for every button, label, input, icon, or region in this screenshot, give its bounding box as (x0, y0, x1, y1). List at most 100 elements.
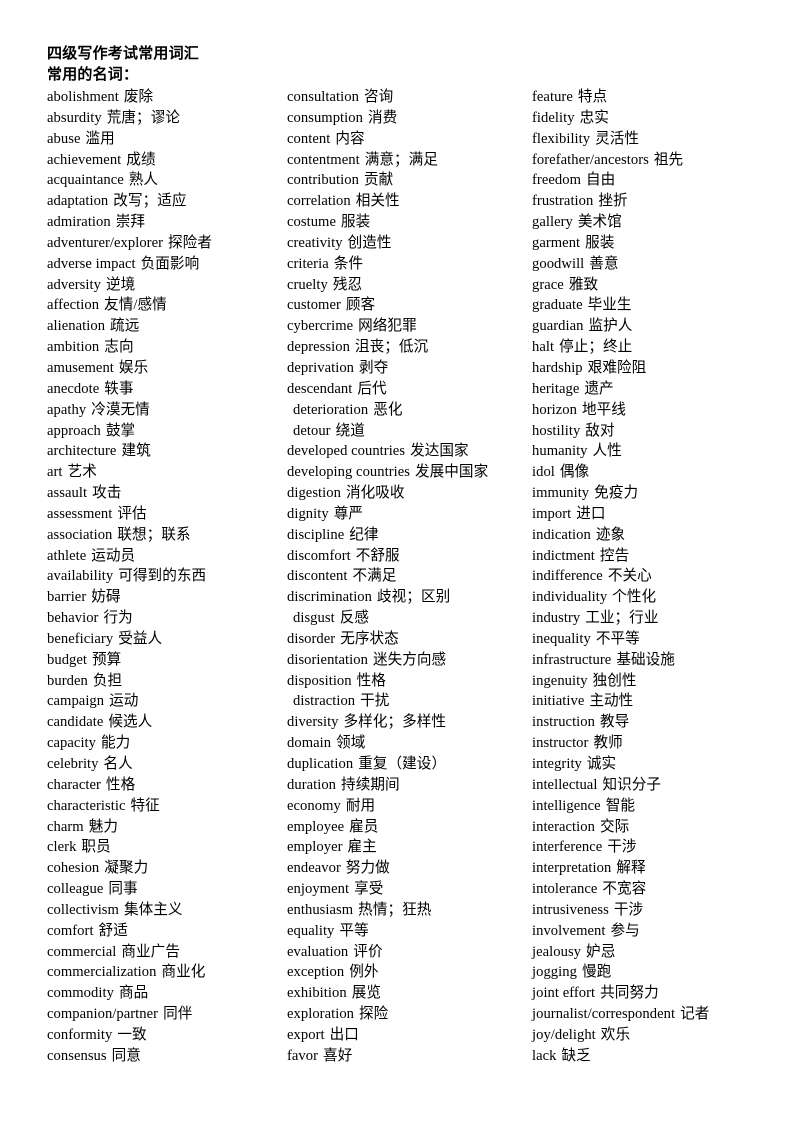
vocabulary-entry: budget 预算 (47, 650, 287, 671)
vocabulary-term: costume (287, 214, 336, 231)
vocabulary-term: athlete (47, 547, 87, 564)
vocabulary-gloss: 雅致 (568, 276, 599, 293)
vocabulary-gloss: 教导 (599, 714, 630, 731)
vocabulary-gloss: 服装 (585, 234, 615, 251)
vocabulary-gloss: 善意 (589, 255, 619, 272)
vocabulary-term: interference (532, 839, 603, 856)
vocabulary-entry: diversity 多样化；多样性 (287, 712, 532, 733)
vocabulary-entry: content 内容 (287, 129, 532, 150)
vocabulary-gloss: 不舒服 (355, 547, 400, 564)
vocabulary-term: jogging (532, 964, 577, 981)
vocabulary-gloss: 预算 (92, 651, 122, 668)
vocabulary-entry: humanity 人性 (532, 441, 753, 462)
vocabulary-term: instructor (532, 735, 589, 752)
vocabulary-entry: employer 雇主 (287, 837, 532, 858)
vocabulary-entry: creativity 创造性 (287, 233, 532, 254)
vocabulary-gloss: 祖先 (653, 151, 684, 168)
vocabulary-term: alienation (47, 318, 106, 335)
vocabulary-gloss: 记者 (680, 1006, 710, 1023)
vocabulary-gloss: 雇主 (347, 839, 377, 856)
vocabulary-gloss: 教师 (593, 735, 623, 752)
vocabulary-entry: depression 沮丧；低沉 (287, 337, 532, 358)
vocabulary-gloss: 内容 (335, 130, 365, 147)
vocabulary-entry: graduate 毕业生 (532, 295, 753, 316)
vocabulary-term: discrimination (287, 589, 373, 606)
vocabulary-entry: commercial 商业广告 (47, 942, 287, 963)
vocabulary-gloss: 进口 (576, 505, 606, 522)
vocabulary-entry: disposition 性格 (287, 671, 532, 692)
vocabulary-entry: jogging 慢跑 (532, 962, 753, 983)
vocabulary-entry: employee 雇员 (287, 817, 532, 838)
vocabulary-entry: developing countries 发展中国家 (287, 462, 532, 483)
vocabulary-gloss: 挫折 (598, 193, 628, 210)
vocabulary-entry: immunity 免疫力 (532, 483, 753, 504)
vocabulary-entry: adverse impact 负面影响 (47, 254, 287, 275)
vocabulary-gloss: 耐用 (345, 797, 376, 814)
vocabulary-term: joint effort (532, 985, 596, 1002)
vocabulary-gloss: 持续期间 (341, 776, 400, 793)
vocabulary-entry: commercialization 商业化 (47, 962, 287, 983)
vocabulary-gloss: 歧视；区别 (377, 589, 451, 606)
vocabulary-term: journalist/correspondent (532, 1006, 676, 1023)
vocabulary-entry: adaptation 改写；适应 (47, 191, 287, 212)
vocabulary-entry: companion/partner 同伴 (47, 1004, 287, 1025)
vocabulary-term: feature (532, 89, 573, 105)
vocabulary-gloss: 控告 (599, 547, 630, 564)
vocabulary-entry: halt 停止；终止 (532, 337, 753, 358)
vocabulary-term: beneficiary (47, 630, 114, 647)
vocabulary-term: employer (287, 839, 343, 856)
vocabulary-gloss: 遗产 (584, 380, 614, 397)
vocabulary-entry: interpretation 解释 (532, 858, 753, 879)
vocabulary-gloss: 运动员 (91, 547, 136, 564)
vocabulary-term: infrastructure (532, 651, 612, 668)
vocabulary-entry: garment 服装 (532, 233, 753, 254)
vocabulary-entry: assessment 评估 (47, 504, 287, 525)
vocabulary-entry: ambition 志向 (47, 337, 287, 358)
vocabulary-term: evaluation (287, 943, 349, 960)
vocabulary-entry: idol 偶像 (532, 462, 753, 483)
vocabulary-term: integrity (532, 756, 582, 772)
vocabulary-term: guardian (532, 318, 584, 335)
vocabulary-term: conformity (47, 1026, 113, 1043)
vocabulary-gloss: 热情；狂热 (358, 901, 432, 918)
vocabulary-term: characteristic (47, 797, 126, 814)
vocabulary-entry: interference 干涉 (532, 837, 753, 858)
vocabulary-term: indifference (532, 568, 603, 585)
vocabulary-gloss: 展览 (351, 985, 381, 1002)
vocabulary-gloss: 贡献 (363, 172, 394, 189)
vocabulary-term: abuse (47, 130, 81, 147)
vocabulary-entry: discrimination 歧视；区别 (287, 587, 532, 608)
vocabulary-term: individuality (532, 589, 608, 606)
vocabulary-gloss: 魅力 (88, 818, 119, 835)
vocabulary-gloss: 交际 (599, 818, 630, 835)
vocabulary-entry: barrier 妨碍 (47, 587, 287, 608)
vocabulary-entry: digestion 消化吸收 (287, 483, 532, 504)
vocabulary-gloss: 主动性 (589, 693, 634, 710)
vocabulary-entry: distraction 干扰 (287, 691, 532, 712)
vocabulary-gloss: 独创性 (592, 672, 637, 689)
vocabulary-term: admiration (47, 214, 111, 231)
vocabulary-gloss: 疏远 (110, 318, 140, 335)
vocabulary-entry: cybercrime 网络犯罪 (287, 316, 532, 337)
vocabulary-gloss: 可得到的东西 (118, 568, 207, 585)
vocabulary-entry: burden 负担 (47, 671, 287, 692)
vocabulary-entry: indifference 不关心 (532, 566, 753, 587)
vocabulary-gloss: 一致 (117, 1026, 147, 1043)
vocabulary-gloss: 特征 (130, 797, 160, 814)
vocabulary-term: acquaintance (47, 172, 124, 189)
vocabulary-entry: detour 绕道 (287, 421, 532, 442)
vocabulary-entry: enthusiasm 热情；狂热 (287, 900, 532, 921)
vocabulary-term: favor (287, 1047, 319, 1064)
vocabulary-term: depression (287, 339, 350, 356)
vocabulary-gloss: 不满足 (352, 568, 397, 585)
vocabulary-entry: grace 雅致 (532, 275, 753, 296)
vocabulary-entry: hostility 敌对 (532, 421, 753, 442)
vocabulary-gloss: 重复（建设） (358, 756, 447, 772)
vocabulary-entry: descendant 后代 (287, 379, 532, 400)
vocabulary-term: content (287, 130, 331, 147)
vocabulary-gloss: 共同努力 (600, 985, 659, 1002)
vocabulary-gloss: 熟人 (128, 172, 159, 189)
vocabulary-term: domain (287, 735, 332, 752)
vocabulary-gloss: 干扰 (360, 693, 390, 710)
vocabulary-entry: equality 平等 (287, 921, 532, 942)
